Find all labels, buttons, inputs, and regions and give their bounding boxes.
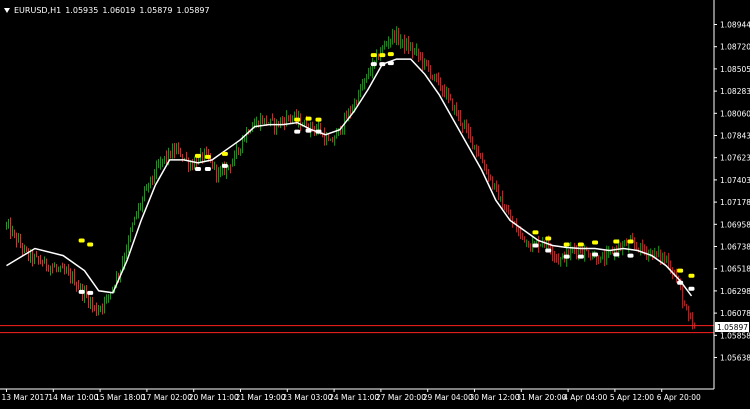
x-tick-label: 13 Mar 2017 [2, 393, 50, 402]
lower-signal-marker [592, 252, 599, 257]
chart-title-bar: EURUSD,H1 1.05935 1.06019 1.05879 1.0589… [2, 3, 214, 17]
chart-window[interactable]: EURUSD,H1 1.05935 1.06019 1.05879 1.0589… [0, 0, 750, 405]
x-tick-label: 27 Mar 20:00 [376, 393, 426, 402]
y-axis-ticks: 1.08944 1.08720 1.08505 1.08283 1.08060 1.078… [714, 21, 750, 363]
lower-signal-marker [688, 286, 695, 291]
lower-signal-marker [627, 253, 634, 258]
upper-signal-marker [305, 116, 312, 121]
y-tick-label: 1.06738 [720, 243, 750, 252]
lower-signal-marker [87, 290, 94, 295]
symbol-label: EURUSD,H1 [14, 5, 62, 15]
upper-signal-marker [545, 236, 552, 241]
x-axis-ticks: 13 Mar 2017 14 Mar 10:0015 Mar 18:0017 Ma… [2, 389, 701, 402]
lower-signal-marker [221, 163, 228, 168]
high-price: 1.06019 [102, 5, 136, 15]
y-tick-label: 1.08944 [720, 21, 750, 30]
x-tick-label: 14 Mar 10:00 [48, 393, 98, 402]
upper-signal-marker [294, 117, 301, 122]
y-tick-label: 1.08060 [720, 109, 750, 118]
x-tick-label: 31 Mar 20:00 [516, 393, 566, 402]
lower-signal-marker [204, 166, 211, 171]
lower-signal-marker [613, 252, 620, 257]
lower-signal-marker [78, 289, 85, 294]
y-tick-label: 1.07178 [720, 198, 750, 207]
upper-signal-marker [379, 53, 386, 58]
x-tick-label: 20 Mar 11:00 [189, 393, 239, 402]
y-tick-label: 1.05858 [720, 331, 750, 340]
x-tick-label: 5 Apr 12:00 [610, 393, 654, 402]
lower-signal-marker [370, 62, 377, 67]
x-tick-label: 23 Mar 03:00 [282, 393, 332, 402]
x-tick-label: 4 Apr 04:00 [563, 393, 607, 402]
y-tick-label: 1.06078 [720, 309, 750, 318]
x-tick-label: 17 Mar 02:00 [142, 393, 192, 402]
lower-signal-marker [194, 166, 201, 171]
upper-signal-marker [592, 240, 599, 245]
upper-signal-marker [677, 268, 684, 273]
close-price: 1.05897 [176, 5, 210, 15]
current-price-label: 1.05897 [717, 323, 748, 332]
lower-signal-marker [294, 129, 301, 134]
moving-average-layer [6, 58, 693, 297]
chevron-down-icon[interactable] [4, 7, 10, 13]
y-tick-label: 1.08283 [720, 87, 750, 96]
upper-signal-marker [87, 242, 94, 247]
y-tick-label: 1.07403 [720, 176, 750, 185]
lower-signal-marker [379, 62, 386, 67]
lower-signal-marker [387, 61, 394, 66]
upper-signal-marker [563, 242, 570, 247]
upper-signal-marker [221, 151, 228, 156]
x-tick-label: 30 Mar 12:00 [470, 393, 520, 402]
y-tick-label: 1.08505 [720, 65, 750, 74]
x-tick-label: 29 Mar 04:00 [423, 393, 473, 402]
markers-layer [78, 52, 695, 295]
lower-signal-marker [545, 248, 552, 253]
lower-signal-marker [315, 129, 322, 134]
open-price: 1.05935 [65, 5, 99, 15]
upper-signal-marker [688, 273, 695, 278]
current-price-marker: 1.05897 [715, 322, 749, 332]
lower-signal-marker [677, 280, 684, 285]
moving-average-line [6, 58, 693, 297]
lower-signal-marker [532, 243, 539, 248]
bid-lines-layer [0, 325, 714, 334]
y-tick-label: 1.06958 [720, 220, 750, 229]
y-tick-label: 1.06298 [720, 287, 750, 296]
upper-signal-marker [315, 117, 322, 122]
y-tick-label: 1.07843 [720, 132, 750, 141]
y-tick-label: 1.08720 [720, 43, 750, 52]
upper-signal-marker [613, 239, 620, 244]
upper-signal-marker [627, 239, 634, 244]
y-tick-label: 1.05638 [720, 354, 750, 363]
lower-signal-marker [563, 254, 570, 259]
upper-signal-marker [370, 53, 377, 58]
x-tick-label: 24 Mar 11:00 [329, 393, 379, 402]
x-tick-label: 6 Apr 20:00 [657, 393, 701, 402]
upper-signal-marker [577, 242, 584, 247]
x-tick-label: 21 Mar 19:00 [236, 393, 286, 402]
upper-signal-marker [204, 154, 211, 159]
low-price: 1.05879 [139, 5, 173, 15]
x-tick-label: 15 Mar 18:00 [95, 393, 145, 402]
price-chart[interactable]: 1.08944 1.08720 1.08505 1.08283 1.08060 1.078… [0, 0, 750, 405]
lower-signal-marker [305, 128, 312, 133]
candles-layer [6, 26, 696, 330]
upper-signal-marker [532, 230, 539, 235]
upper-signal-marker [78, 238, 85, 243]
upper-signal-marker [387, 52, 394, 57]
lower-signal-marker [577, 254, 584, 259]
y-tick-label: 1.07623 [720, 154, 750, 163]
axes-frame [0, 0, 715, 390]
upper-signal-marker [194, 153, 201, 158]
y-tick-label: 1.06518 [720, 265, 750, 274]
